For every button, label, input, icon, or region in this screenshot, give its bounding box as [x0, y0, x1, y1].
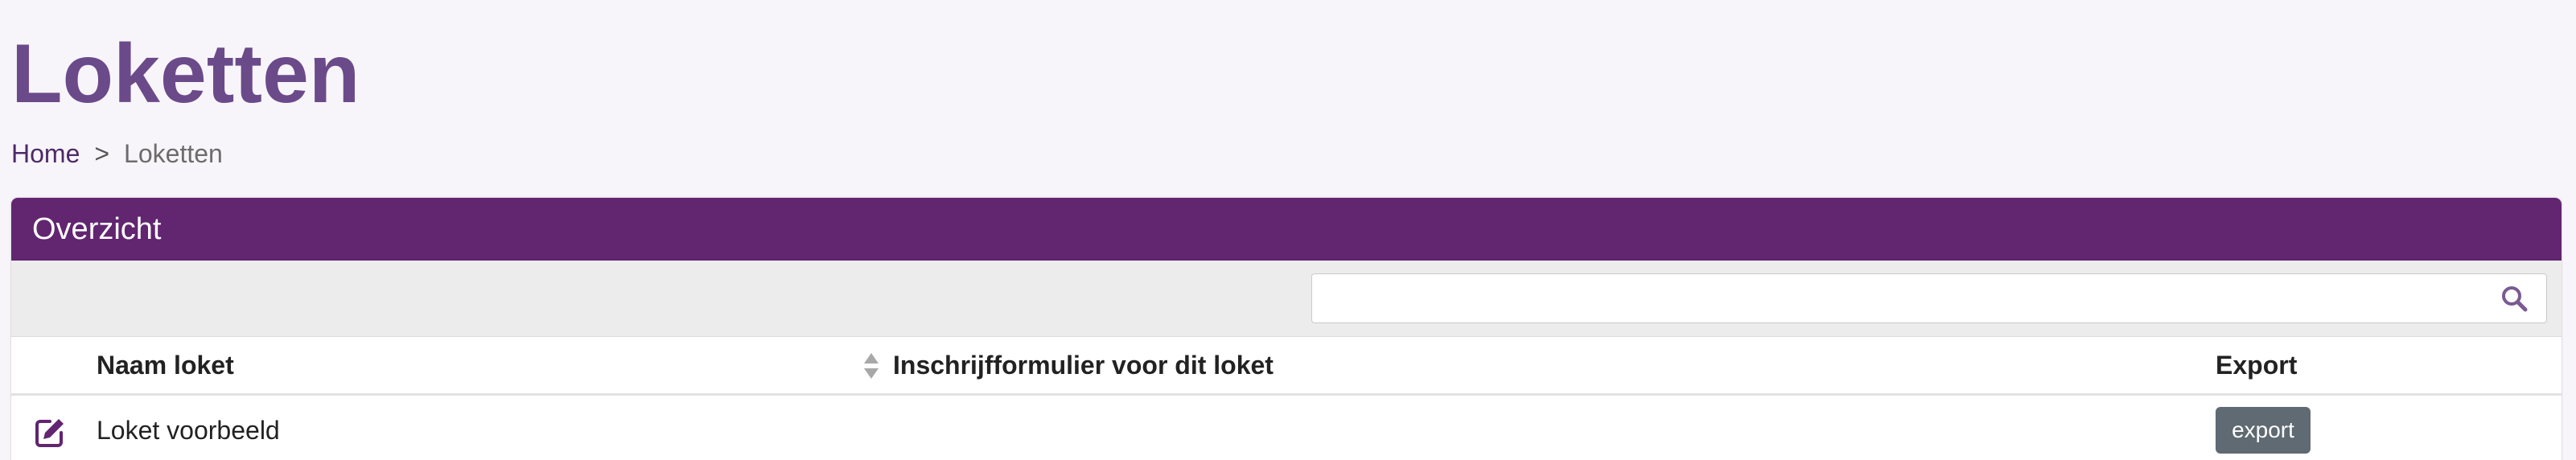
table-row: Loket voorbeeld export: [11, 396, 2562, 460]
table-header-row: Naam loket Inschrijfformulier voor dit l…: [11, 337, 2562, 396]
row-naam-loket: Loket voorbeeld: [97, 416, 280, 445]
search-box: [1311, 273, 2547, 323]
overview-card: Overzicht Naam loket Inschrijfformulier …: [11, 198, 2562, 460]
table-toolbar: [11, 261, 2562, 337]
column-header-inschrijfformulier[interactable]: Inschrijfformulier voor dit loket: [893, 337, 1274, 393]
sort-icon[interactable]: [862, 351, 880, 380]
card-header: Overzicht: [11, 198, 2562, 261]
page: Loketten Home > Loketten Overzicht Naam …: [0, 0, 2576, 460]
column-header-export: Export: [2216, 351, 2298, 380]
breadcrumb-separator: >: [94, 138, 110, 168]
page-title: Loketten: [11, 27, 360, 121]
search-input[interactable]: [1312, 274, 2482, 322]
export-button[interactable]: export: [2216, 407, 2311, 454]
breadcrumb: Home > Loketten: [11, 137, 223, 170]
breadcrumb-home-link[interactable]: Home: [11, 139, 80, 169]
breadcrumb-current: Loketten: [124, 138, 223, 168]
search-icon[interactable]: [2482, 274, 2546, 322]
column-header-naam-loket[interactable]: Naam loket: [97, 337, 234, 393]
edit-icon[interactable]: [34, 417, 66, 449]
